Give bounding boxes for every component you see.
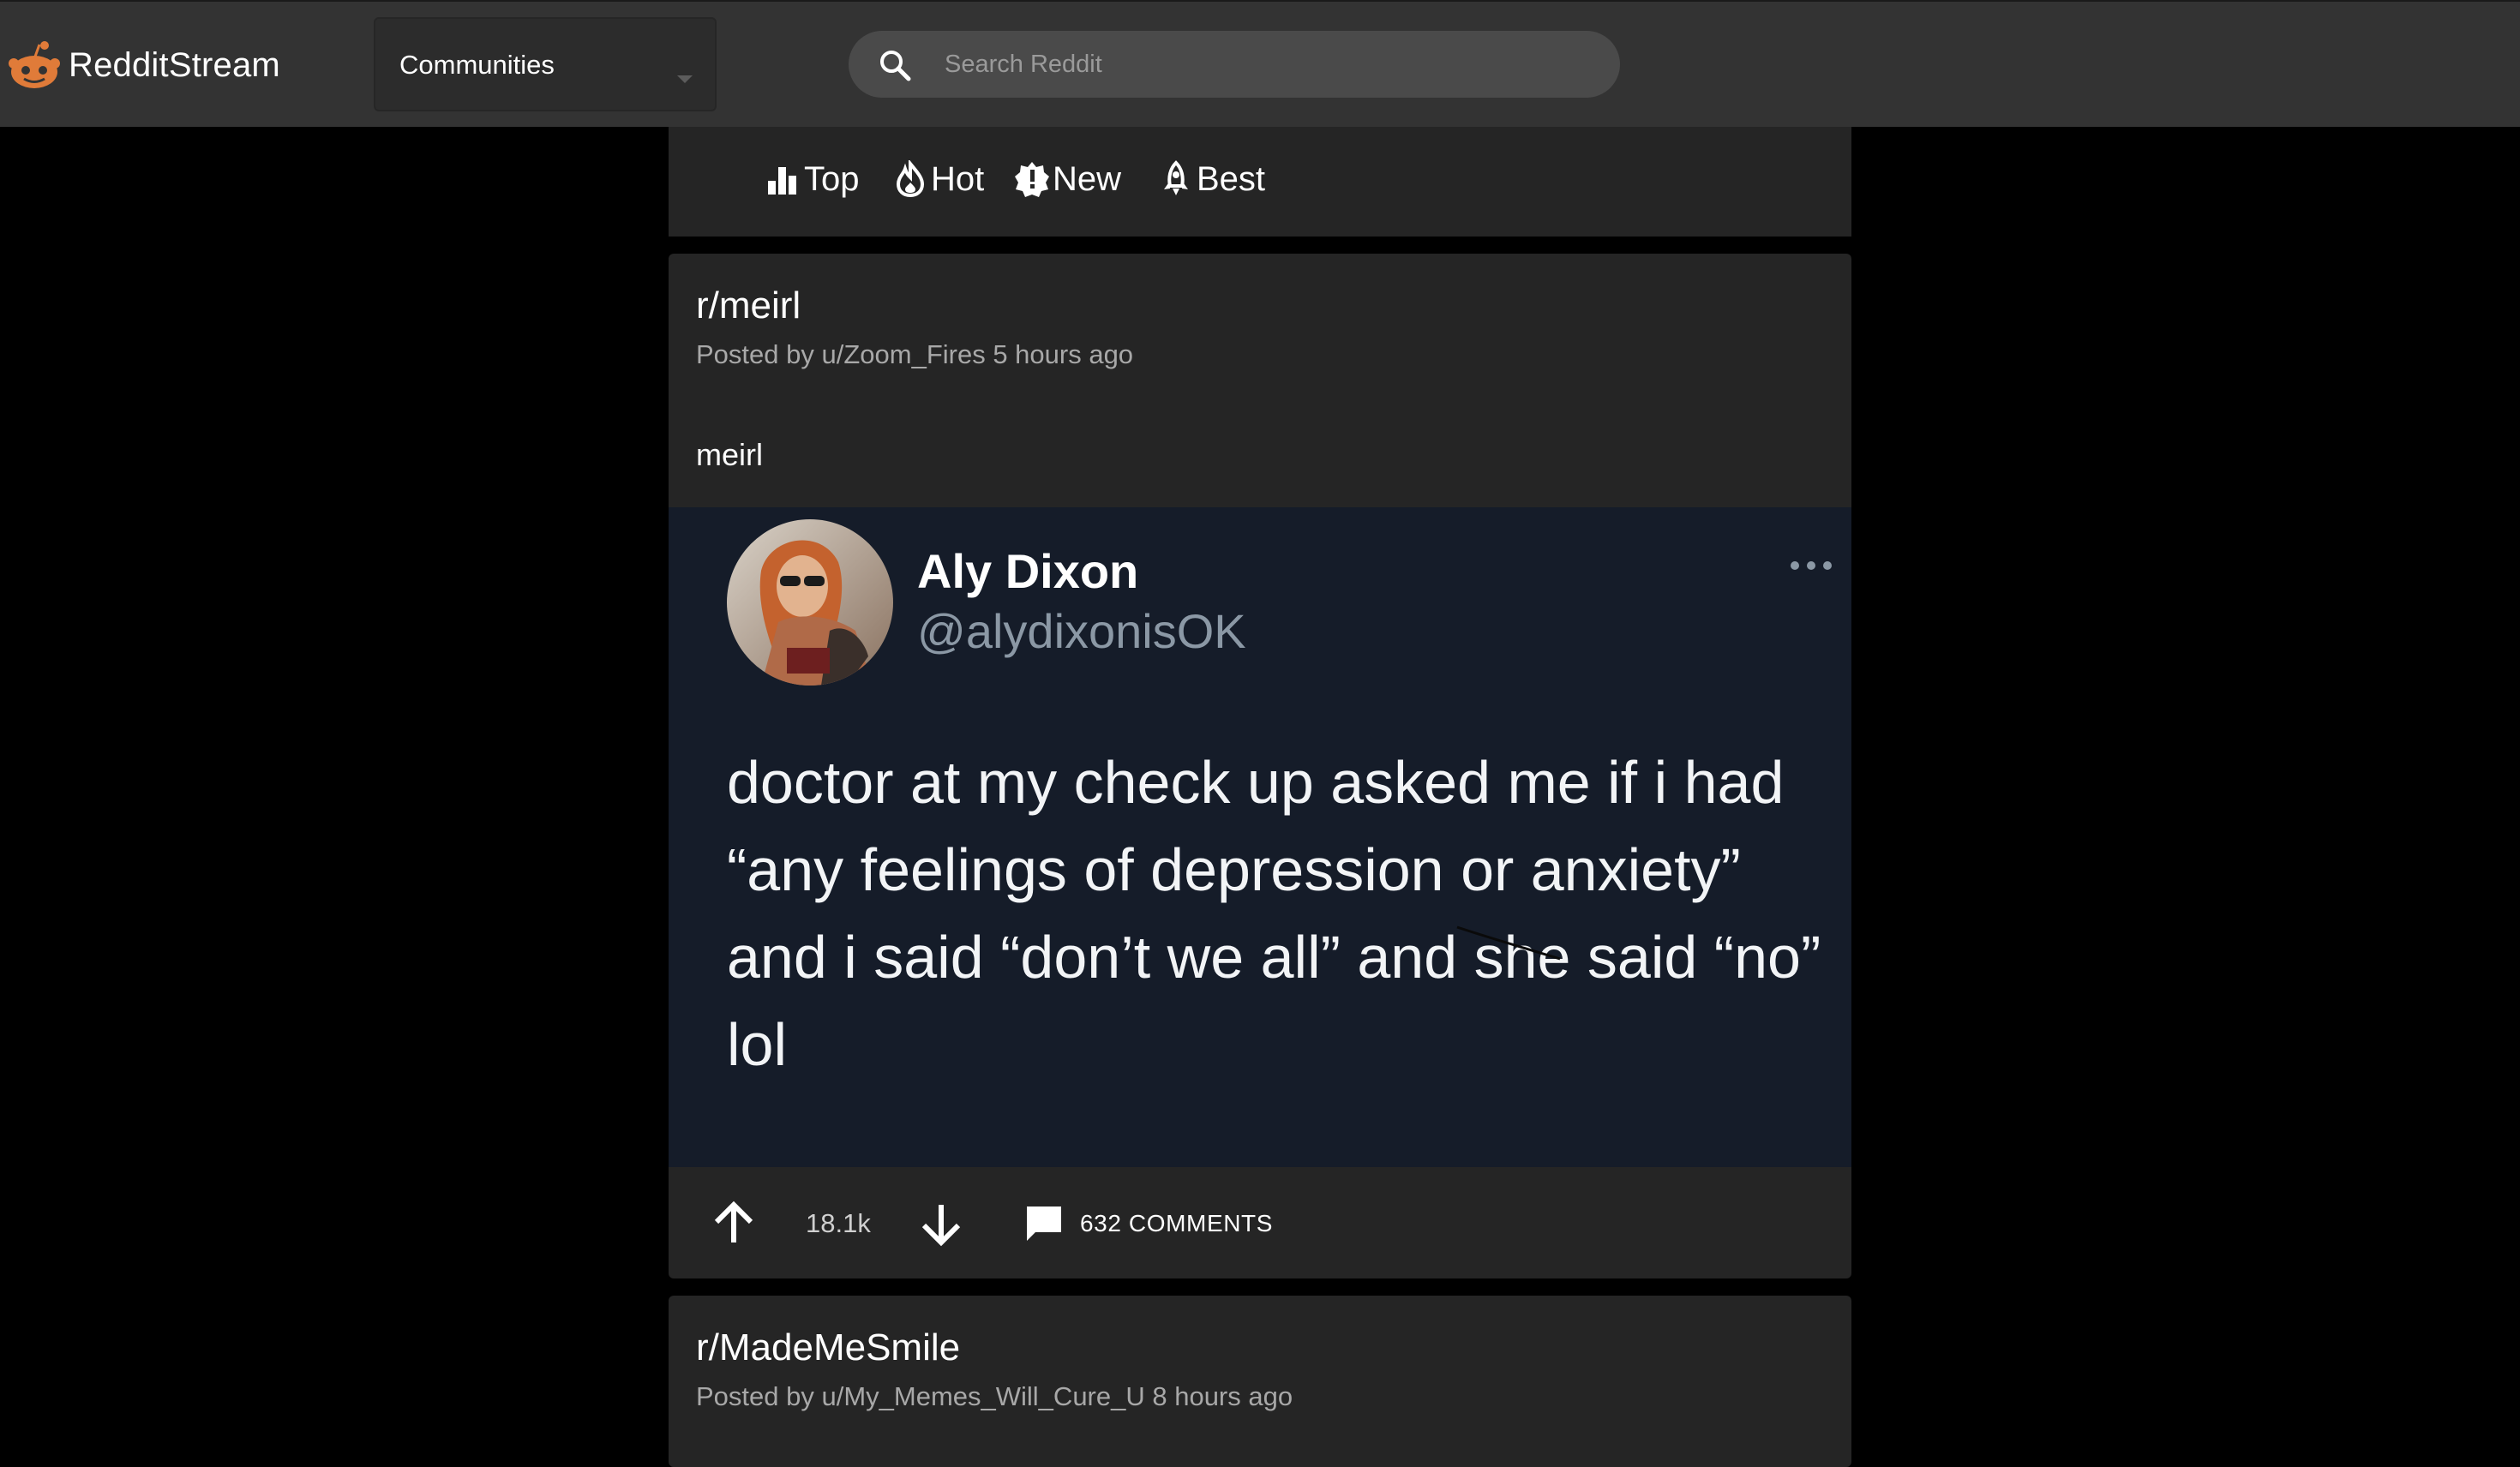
upvote-arrow-icon[interactable] [710,1200,758,1248]
subreddit-link[interactable]: r/MadeMeSmile [696,1326,960,1369]
sort-best-button[interactable]: Best [1157,158,1265,201]
brand[interactable]: RedditStream [7,39,280,91]
comments-button[interactable]: 632 COMMENTS [1023,1198,1273,1249]
post-meta: Posted by u/Zoom_Fires 5 hours ago [696,339,1134,369]
reddit-alien-logo-icon [9,41,60,88]
search-bar[interactable] [849,31,1620,98]
post-card[interactable]: r/meirl Posted by u/Zoom_Fires 5 hours a… [669,254,1851,1278]
bar-chart-icon [768,167,796,195]
sort-hot-label: Hot [931,159,985,198]
top-app-bar: RedditStream Communities [0,0,2520,127]
post-image[interactable]: Aly Dixon @alydixonisOK doctor at my che… [669,507,1851,1167]
tweet-avatar [727,519,893,686]
vote-score: 18.1k [806,1208,871,1238]
search-icon [880,51,911,81]
sort-new-button[interactable]: New [1013,158,1121,201]
tweet-text: doctor at my check up asked me if i had … [727,749,1821,1078]
more-options-icon [1791,561,1832,570]
comments-count-label: 632 COMMENTS [1080,1210,1274,1236]
sort-bar: Top Hot New Best [669,127,1851,237]
post-card[interactable]: r/MadeMeSmile Posted by u/My_Memes_Will_… [669,1296,1851,1467]
rocket-icon [1164,160,1188,195]
sort-best-label: Best [1197,159,1266,198]
new-badge-icon [1015,162,1049,197]
caret-down-icon [677,75,693,83]
sort-top-button[interactable]: Top [765,158,860,201]
post-action-bar: 18.1k 632 COMMENTS [669,1167,1851,1278]
comment-bubble-icon [1027,1207,1061,1241]
tweet-author-handle: @alydixonisOK [917,604,1246,658]
communities-label: Communities [399,50,555,80]
communities-dropdown[interactable]: Communities [374,17,717,111]
sort-top-label: Top [804,159,860,198]
sort-new-label: New [1053,159,1122,198]
brand-name: RedditStream [69,45,280,84]
avatar-photo-icon [727,519,893,686]
tweet-author-name: Aly Dixon [917,544,1139,598]
sort-hot-button[interactable]: Hot [891,158,984,201]
post-title[interactable]: meirl [696,437,763,473]
post-meta: Posted by u/My_Memes_Will_Cure_U 8 hours… [696,1381,1293,1411]
flame-icon [896,160,925,198]
downvote-arrow-icon[interactable] [917,1200,965,1248]
subreddit-link[interactable]: r/meirl [696,284,801,327]
search-input[interactable] [943,31,1594,98]
